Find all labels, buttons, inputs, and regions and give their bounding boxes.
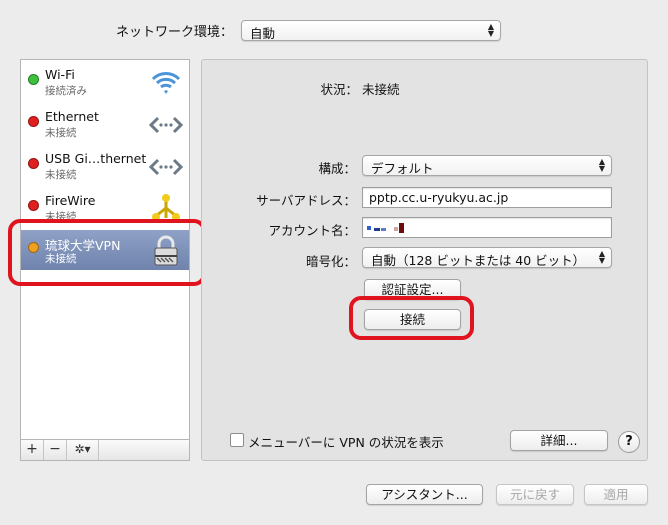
config-label: 構成：: [318, 161, 356, 176]
add-service-button[interactable]: +: [21, 440, 44, 460]
status-dot-icon: [28, 200, 39, 211]
remove-service-button[interactable]: −: [44, 440, 67, 460]
gear-menu-icon[interactable]: ✲▾: [67, 440, 99, 460]
service-name: USB Gi…thernet: [45, 151, 147, 166]
redacted-text-icon: [367, 223, 404, 233]
service-name: Wi-Fi: [45, 67, 75, 82]
ethernet-icon: [149, 116, 183, 134]
show-vpn-label: メニューバーに VPN の状況を表示: [248, 435, 444, 450]
ethernet-icon: [149, 158, 183, 176]
advanced-button[interactable]: 詳細...: [510, 430, 608, 451]
account-label: アカウント名：: [268, 223, 356, 238]
status-dot-icon: [28, 116, 39, 127]
assistant-button[interactable]: アシスタント...: [366, 484, 483, 505]
sidebar-toolbar: + − ✲▾: [20, 439, 190, 461]
service-item-usb-ethernet[interactable]: USB Gi…thernet 未接続: [21, 146, 189, 188]
service-item-ethernet[interactable]: Ethernet 未接続: [21, 104, 189, 146]
service-name: FireWire: [45, 193, 96, 208]
show-vpn-checkbox[interactable]: [230, 433, 244, 447]
connect-highlight-annotation: [349, 296, 474, 340]
service-name: Ethernet: [45, 109, 99, 124]
status-label: 状況：: [320, 82, 358, 97]
config-popup[interactable]: デフォルト ▲ ▼: [362, 155, 612, 176]
service-item-wifi[interactable]: Wi-Fi 接続済み: [21, 62, 189, 104]
popup-arrows-icon: ▲ ▼: [598, 249, 605, 265]
account-name-input[interactable]: [362, 217, 612, 238]
vpn-highlight-annotation: [8, 219, 206, 286]
location-value: 自動: [250, 26, 276, 41]
status-value: 未接続: [362, 82, 400, 97]
popup-arrows-icon: ▲ ▼: [487, 22, 494, 38]
status-dot-icon: [28, 158, 39, 169]
encryption-label: 暗号化：: [305, 254, 356, 269]
server-address-input[interactable]: pptp.cc.u-ryukyu.ac.jp: [362, 187, 612, 208]
service-status: 未接続: [45, 127, 77, 139]
help-button[interactable]: ?: [618, 431, 640, 453]
location-popup[interactable]: 自動 ▲ ▼: [241, 20, 501, 41]
config-value: デフォルト: [371, 161, 434, 176]
apply-button[interactable]: 適用: [584, 484, 648, 505]
service-status: 接続済み: [45, 85, 87, 97]
service-status: 未接続: [45, 169, 77, 181]
popup-arrows-icon: ▲ ▼: [598, 157, 605, 173]
status-dot-icon: [28, 74, 39, 85]
server-label: サーバアドレス：: [256, 193, 356, 208]
wifi-icon: [151, 72, 181, 94]
encryption-value: 自動（128 ビットまたは 40 ビット）: [371, 253, 586, 268]
encryption-popup[interactable]: 自動（128 ビットまたは 40 ビット） ▲ ▼: [362, 247, 612, 268]
revert-button[interactable]: 元に戻す: [496, 484, 574, 505]
location-label: ネットワーク環境：: [116, 25, 234, 40]
